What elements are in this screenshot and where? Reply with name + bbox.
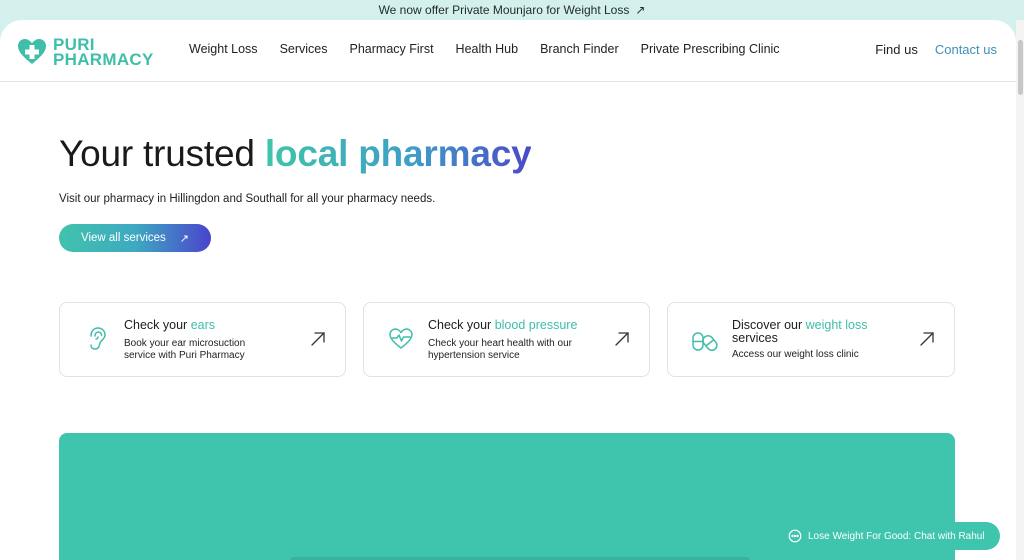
card-description: Access our weight loss clinic: [732, 349, 859, 361]
scrollbar-thumb[interactable]: [1018, 40, 1023, 95]
pills-icon: [692, 332, 718, 352]
chat-label: Lose Weight For Good: Chat with Rahul: [808, 530, 985, 542]
site-header: PURI PHARMACY Weight Loss Services Pharm…: [0, 20, 1016, 82]
nav-health-hub[interactable]: Health Hub: [456, 42, 519, 56]
arrow-up-right-icon: [920, 332, 934, 346]
arrow-up-right-icon: ↗: [635, 3, 646, 17]
card-title: Check your blood pressure: [428, 319, 577, 332]
card-title-highlight: blood pressure: [494, 318, 578, 332]
cta-label: View all services: [81, 232, 166, 244]
nav-private-prescribing-clinic[interactable]: Private Prescribing Clinic: [641, 42, 780, 56]
ear-icon: [90, 327, 106, 350]
blood-pressure-card[interactable]: Check your blood pressure Check your hea…: [363, 302, 650, 377]
arrow-up-right-icon: [615, 332, 629, 346]
card-title-prefix: Check your: [124, 318, 191, 332]
card-description: Book your ear microsuction service with …: [124, 338, 245, 361]
weight-loss-card[interactable]: Discover our weight loss services Access…: [667, 302, 955, 377]
card-title-highlight: weight loss: [805, 318, 868, 332]
card-title: Check your ears: [124, 319, 215, 332]
page: PURI PHARMACY Weight Loss Services Pharm…: [0, 20, 1016, 560]
nav-services[interactable]: Services: [280, 42, 328, 56]
view-all-services-button[interactable]: View all services ↗: [59, 224, 211, 252]
hero-title-highlight: local pharmacy: [264, 133, 532, 174]
card-desc-line-1: Check your heart health with our: [428, 338, 572, 349]
card-desc-line-1: Access our weight loss clinic: [732, 349, 859, 360]
card-desc-line-2: service with Puri Pharmacy: [124, 349, 245, 361]
arrow-up-right-icon: [311, 332, 325, 346]
card-title-highlight: ears: [190, 318, 216, 332]
find-us-link[interactable]: Find us: [875, 42, 918, 57]
card-title: Discover our weight loss services: [732, 319, 867, 345]
logo[interactable]: PURI PHARMACY: [17, 36, 154, 69]
header-actions: Find us Contact us: [875, 42, 997, 57]
chat-button[interactable]: Lose Weight For Good: Chat with Rahul: [777, 522, 1000, 550]
hero-subtitle: Visit our pharmacy in Hillingdon and Sou…: [59, 193, 436, 205]
nav-pharmacy-first[interactable]: Pharmacy First: [350, 42, 434, 56]
heart-cross-logo-icon: [18, 39, 46, 64]
card-title-prefix: Check your: [428, 318, 495, 332]
nav-weight-loss[interactable]: Weight Loss: [189, 42, 258, 56]
hero-title: Your trusted local pharmacy: [59, 133, 532, 175]
card-desc-line-1: Book your ear microsuction: [124, 338, 246, 349]
card-desc-line-2: hypertension service: [428, 349, 520, 361]
scrollbar[interactable]: [1016, 20, 1024, 560]
main-nav: Weight Loss Services Pharmacy First Heal…: [189, 42, 780, 56]
card-description: Check your heart health with our hyperte…: [428, 338, 572, 361]
announcement-bar[interactable]: We now offer Private Mounjaro for Weight…: [0, 0, 1024, 20]
logo-text: PURI PHARMACY: [53, 36, 154, 69]
arrow-up-right-icon: ↗: [179, 232, 190, 245]
contact-us-link[interactable]: Contact us: [935, 42, 997, 57]
logo-line-2: PHARMACY: [53, 50, 154, 69]
card-title-suffix: services: [732, 331, 778, 345]
nav-branch-finder[interactable]: Branch Finder: [540, 42, 619, 56]
announcement-text[interactable]: We now offer Private Mounjaro for Weight…: [379, 3, 630, 17]
hero-title-plain: Your trusted: [59, 133, 265, 174]
ear-service-card[interactable]: Check your ears Book your ear microsucti…: [59, 302, 346, 377]
card-title-prefix: Discover our: [732, 318, 806, 332]
chat-bubble-icon: [788, 529, 802, 543]
heart-pulse-icon: [389, 328, 413, 349]
